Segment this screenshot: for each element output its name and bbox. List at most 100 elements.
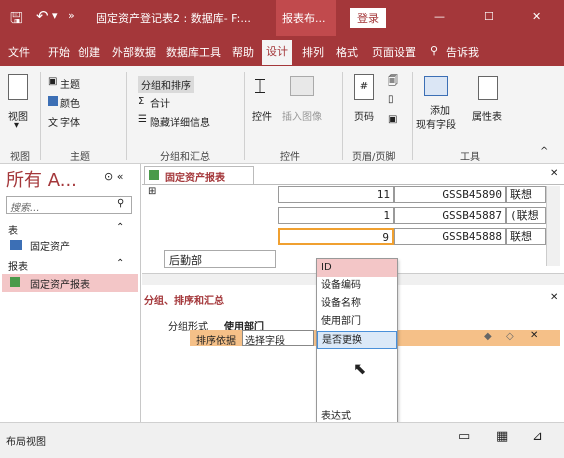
nav-dropdown-icon[interactable]: ⊙ « [104,170,123,183]
tab-tell-me[interactable]: 告诉我 [446,44,479,60]
insert-image-button[interactable]: 插入图像 [282,108,322,123]
move-up-icon[interactable]: ◆ [484,331,492,342]
group-label: 分组和汇总 [160,152,210,163]
font-button[interactable]: 字体 [60,114,80,129]
minimize-icon[interactable]: — [434,10,445,23]
maximize-icon[interactable]: ☐ [484,10,494,23]
tab-report[interactable]: 固定资产报表 [144,166,254,184]
group-label: 页眉/页脚 [352,152,396,163]
vertical-scrollbar[interactable] [546,186,560,266]
name-cell[interactable]: 联想 [506,228,546,245]
tab-file[interactable]: 文件 [8,44,30,60]
group-divider [244,72,245,160]
undo-dropdown-icon[interactable]: ▾ [52,9,58,22]
window-title: 固定资产登记表2 : 数据库- F:... [96,12,251,25]
chevron-down-icon[interactable]: ▾ [14,120,19,131]
search-icon[interactable]: ⚲ [430,44,438,57]
dropdown-item[interactable]: 设备名称 [317,295,397,313]
tab-external-data[interactable]: 外部数据 [112,44,156,60]
context-tab-header: 报表布... [276,0,336,36]
group-sort-button[interactable]: 分组和排序 [138,76,194,93]
tab-arrange[interactable]: 排列 [302,44,324,60]
add-fields-label-2[interactable]: 现有字段 [416,116,456,131]
nav-search-field[interactable]: 搜索... ⚲ [6,196,132,214]
status-bar: 布局视图 ▭ ▦ ⊿ [0,422,564,458]
tab-design[interactable]: 设计 [262,40,292,65]
chevron-up-icon[interactable]: ⌃ [116,222,124,233]
collapse-ribbon-icon[interactable]: ^ [540,146,548,157]
code-cell[interactable]: GSSB45890 [394,186,506,203]
color-icon [48,96,58,106]
code-cell[interactable]: GSSB45888 [394,228,506,245]
hide-details-button[interactable]: 隐藏详细信息 [150,114,210,129]
save-icon[interactable]: 🖫 [10,8,23,33]
controls-button[interactable]: 控件 [252,108,272,123]
move-down-icon[interactable]: ◇ [506,331,514,342]
theme-button[interactable]: 主题 [60,76,80,91]
close-group-pane-icon[interactable]: ✕ [550,292,558,303]
design-view-icon[interactable]: ⊿ [532,429,543,444]
group-label: 主题 [70,152,90,163]
qat-more-icon[interactable]: » [68,9,75,22]
id-cell[interactable]: 11 [278,186,394,203]
group-divider [126,72,127,160]
tab-format[interactable]: 格式 [336,44,358,60]
code-cell[interactable]: GSSB45887 [394,207,506,224]
logo-icon[interactable]: 🗐 [388,74,398,91]
close-document-icon[interactable]: ✕ [550,168,558,179]
hide-details-icon: ☰ [138,114,147,125]
nav-item-table[interactable]: 固定资产 [30,238,70,253]
footer-section[interactable]: 后勤部 [164,250,276,268]
id-cell[interactable]: 1 [278,207,394,224]
search-icon[interactable]: ⚲ [117,198,124,209]
view-status: 布局视图 [6,437,46,448]
date-time-icon[interactable]: ▣ [388,114,397,125]
property-sheet-button[interactable]: 属性表 [472,108,502,123]
dropdown-item-selected[interactable]: 是否更换 [317,331,397,349]
nav-title[interactable]: 所有 A... [6,166,77,192]
layout-view-icon[interactable]: ▦ [496,429,508,444]
tab-database-tools[interactable]: 数据库工具 [166,44,221,60]
title-icon[interactable]: ▯ [388,94,394,105]
page-number-icon: # [354,74,374,100]
view-icon [8,74,28,100]
tab-help[interactable]: 帮助 [232,44,254,60]
navigation-pane: 所有 A... ⊙ « 搜索... ⚲ 表 ⌃ 固定资产 报表 ⌃ 固定资产报表 [0,164,141,422]
print-preview-icon[interactable]: ▭ [458,429,470,444]
ribbon: 视图 ▾ ▣ 主题 颜色 文 字体 分组和排序 Σ 合计 ☰ 隐藏详细信息 ⌶ … [0,66,564,164]
expression-item[interactable]: 表达式 [321,407,351,422]
undo-icon[interactable]: ↶ [36,7,49,25]
name-cell[interactable]: (联想 [506,207,546,224]
color-button[interactable]: 颜色 [60,95,80,110]
name-cell[interactable]: 联想 [506,186,546,203]
id-cell[interactable]: 9 [278,228,394,245]
document-tab-title: 固定资产报表 [165,173,225,184]
totals-button[interactable]: 合计 [150,95,170,110]
nav-section-tables[interactable]: 表 [8,222,18,237]
field-dropdown-list: ID 设备编码 设备名称 使用部门 是否更换 ⬉ 表达式 [316,258,398,424]
layout-move-icon[interactable]: ⊞ [148,186,156,197]
tab-page-setup[interactable]: 页面设置 [372,44,416,60]
title-bar: 🖫 ↶ ▾ » 固定资产登记表2 : 数据库- F:... 报表布... 登录 … [0,0,564,36]
tab-create[interactable]: 创建 [78,44,100,60]
ribbon-tab-bar: 文件 开始 创建 外部数据 数据库工具 帮助 设计 排列 格式 页面设置 ⚲ 告… [0,36,564,66]
login-button[interactable]: 登录 [350,8,386,28]
chevron-up-icon[interactable]: ⌃ [116,258,124,269]
page-number-button[interactable]: 页码 [354,108,374,123]
select-field-dropdown[interactable]: 选择字段 [242,330,314,347]
group-label: 视图 [10,152,30,163]
cursor-icon: ⬉ [353,359,367,378]
report-icon [149,170,159,180]
delete-sort-icon[interactable]: ✕ [530,330,538,341]
tab-home[interactable]: 开始 [48,44,70,60]
dropdown-item[interactable]: 使用部门 [317,313,397,331]
close-icon[interactable]: ✕ [532,10,541,23]
add-fields-label-1[interactable]: 添加 [430,102,450,117]
dropdown-item[interactable]: ID [317,259,397,277]
nav-item-report[interactable]: 固定资产报表 [2,274,138,292]
group-pane-title: 分组、排序和汇总 [144,296,224,307]
report-layout-view: 固定资产报表 ✕ ⊞ 11 GSSB45890 联想 1 GSSB45887 (… [142,164,564,424]
search-input[interactable]: 搜索... [10,199,40,214]
dropdown-item[interactable]: 设备编码 [317,277,397,295]
nav-section-reports[interactable]: 报表 [8,258,28,273]
